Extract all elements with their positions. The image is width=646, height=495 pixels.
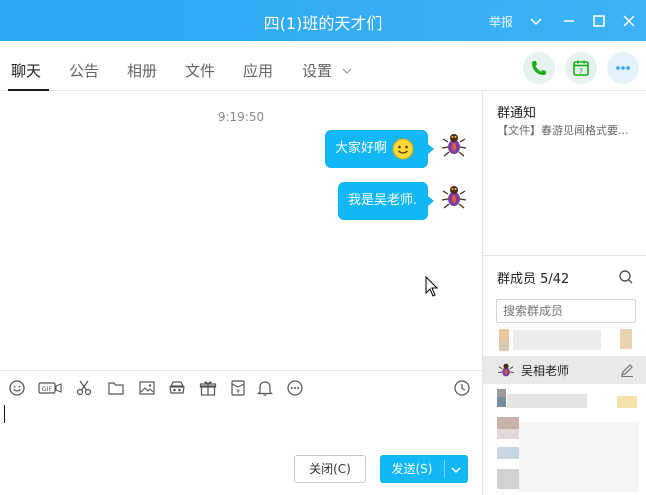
window-title: 四(1)班的天才们 — [263, 14, 383, 33]
emoji-icon[interactable] — [8, 379, 26, 397]
member-row[interactable]: 吴相老师 — [483, 356, 646, 384]
close-button[interactable]: 关闭(C) — [294, 455, 366, 483]
chevron-down-icon[interactable] — [450, 464, 462, 474]
blurred-avatar — [497, 417, 519, 429]
message-timestamp: 9:19:50 — [217, 110, 265, 124]
chevron-down-icon[interactable] — [527, 12, 545, 30]
svg-text:GIF: GIF — [42, 385, 53, 393]
report-button[interactable]: 举报 — [489, 13, 513, 30]
message-text: 大家好啊 — [335, 141, 388, 156]
bubble-tail — [428, 144, 434, 154]
send-button[interactable]: 发送(S) — [380, 455, 468, 483]
text-caret — [4, 405, 5, 423]
member-search-input[interactable] — [496, 299, 636, 323]
close-icon[interactable] — [620, 12, 638, 30]
bell-icon[interactable] — [256, 379, 274, 397]
blurred-name — [513, 330, 601, 350]
calendar-icon: 7 — [573, 60, 589, 76]
tab-apps[interactable]: 应用 — [243, 60, 273, 81]
calendar-button[interactable]: 7 — [565, 52, 597, 84]
svg-text:¥: ¥ — [236, 389, 240, 396]
more-options-button[interactable] — [607, 52, 639, 84]
blurred-avatar — [497, 447, 519, 459]
tab-files[interactable]: 文件 — [185, 60, 215, 81]
folder-icon[interactable] — [107, 379, 125, 397]
more-icon — [616, 66, 630, 70]
blurred-badge — [620, 329, 632, 349]
group-sidebar: 群通知 【文件】春游见闻格式要... 群成员 5/42 吴相老师 — [482, 92, 646, 495]
phone-icon — [532, 61, 546, 75]
send-divider — [444, 460, 445, 478]
member-name: 吴相老师 — [521, 364, 570, 378]
gift-icon[interactable] — [199, 379, 217, 397]
divider — [483, 255, 646, 256]
message-input[interactable] — [0, 404, 482, 452]
tab-bar: 聊天 公告 相册 文件 应用 设置 7 — [0, 41, 646, 91]
bubble-tail — [428, 196, 434, 206]
red-packet-icon[interactable]: ¥ — [229, 379, 247, 397]
edit-icon[interactable] — [619, 362, 635, 378]
blurred-avatar — [499, 329, 509, 341]
tab-settings[interactable]: 设置 — [302, 60, 332, 81]
tab-chat[interactable]: 聊天 — [11, 60, 41, 81]
avatar[interactable] — [440, 130, 468, 158]
group-notice-text[interactable]: 【文件】春游见闻格式要... — [497, 122, 643, 138]
avatar — [497, 361, 515, 379]
blurred-avatar — [497, 397, 506, 407]
members-title: 群成员 5/42 — [497, 272, 570, 287]
chevron-down-icon[interactable] — [342, 65, 352, 75]
input-toolbar: GIF ¥ — [0, 370, 482, 404]
message-bubble[interactable]: 我是吴老师. — [338, 182, 428, 220]
history-clock-icon[interactable] — [453, 379, 471, 397]
title-bar: 四(1)班的天才们 举报 — [0, 0, 646, 41]
smiley-icon — [392, 138, 414, 160]
blurred-list — [519, 422, 639, 492]
blurred-badge — [617, 396, 637, 408]
gif-icon[interactable]: GIF — [38, 379, 62, 397]
chat-messages[interactable]: 9:19:50 大家好啊 我是吴老师. — [0, 92, 482, 370]
message-text: 我是吴老师. — [348, 193, 418, 208]
active-tab-indicator — [8, 89, 49, 91]
svg-text:7: 7 — [579, 68, 583, 76]
minimize-icon[interactable] — [560, 12, 578, 30]
send-label: 发送(S) — [391, 462, 433, 476]
more-icon[interactable] — [286, 379, 304, 397]
avatar[interactable] — [440, 182, 468, 210]
image-icon[interactable] — [138, 379, 156, 397]
mask-icon[interactable] — [168, 379, 186, 397]
search-icon[interactable] — [618, 269, 634, 285]
maximize-icon[interactable] — [590, 12, 608, 30]
blurred-avatar — [499, 341, 509, 351]
blurred-name — [507, 394, 587, 408]
blurred-avatar — [497, 429, 519, 439]
tab-announcement[interactable]: 公告 — [69, 60, 99, 81]
tab-album[interactable]: 相册 — [127, 60, 157, 81]
scissors-icon[interactable] — [75, 379, 93, 397]
group-notice-title: 群通知 — [497, 106, 537, 121]
mouse-pointer-icon — [425, 275, 439, 298]
voice-call-button[interactable] — [523, 52, 555, 84]
